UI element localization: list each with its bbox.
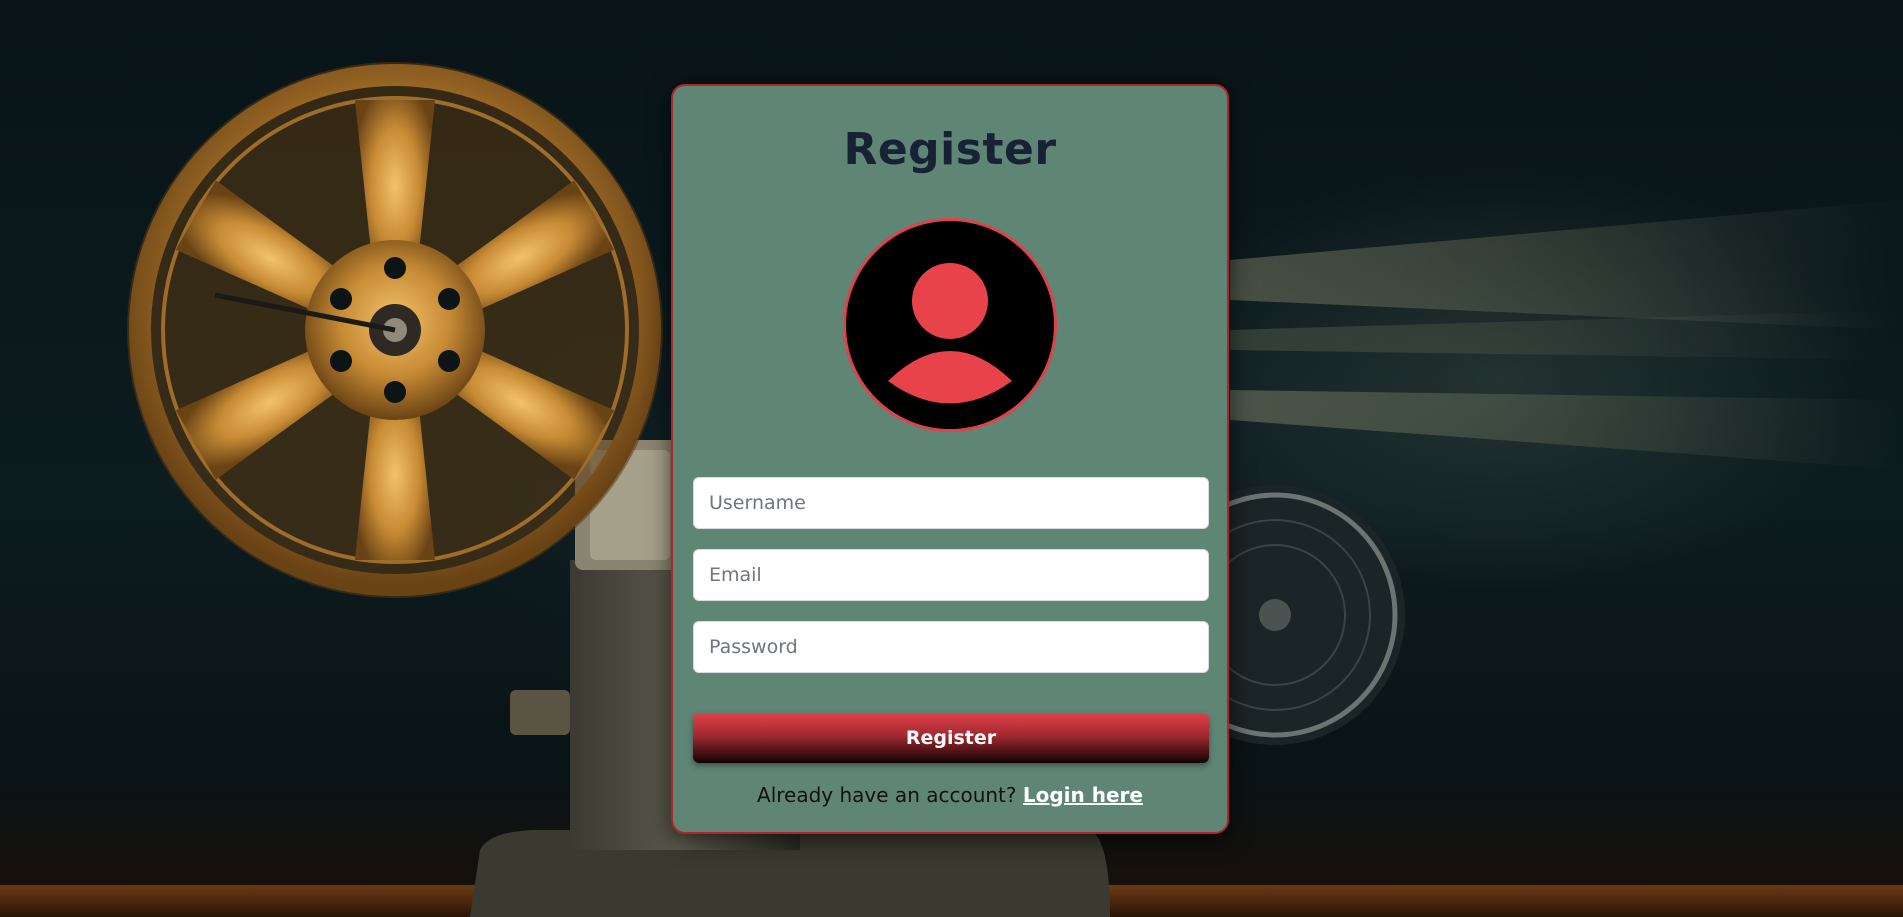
login-prompt: Already have an account? Login here <box>673 783 1227 807</box>
username-input[interactable] <box>693 477 1209 529</box>
register-button[interactable]: Register <box>693 713 1209 763</box>
login-link[interactable]: Login here <box>1023 783 1143 807</box>
password-input[interactable] <box>693 621 1209 673</box>
login-prompt-text: Already have an account? <box>757 783 1017 807</box>
user-silhouette-icon <box>888 263 1012 404</box>
register-card: Register Register Already have an accoun… <box>671 84 1229 834</box>
user-avatar-icon <box>843 218 1057 432</box>
page-title: Register <box>843 124 1057 175</box>
email-input[interactable] <box>693 549 1209 601</box>
